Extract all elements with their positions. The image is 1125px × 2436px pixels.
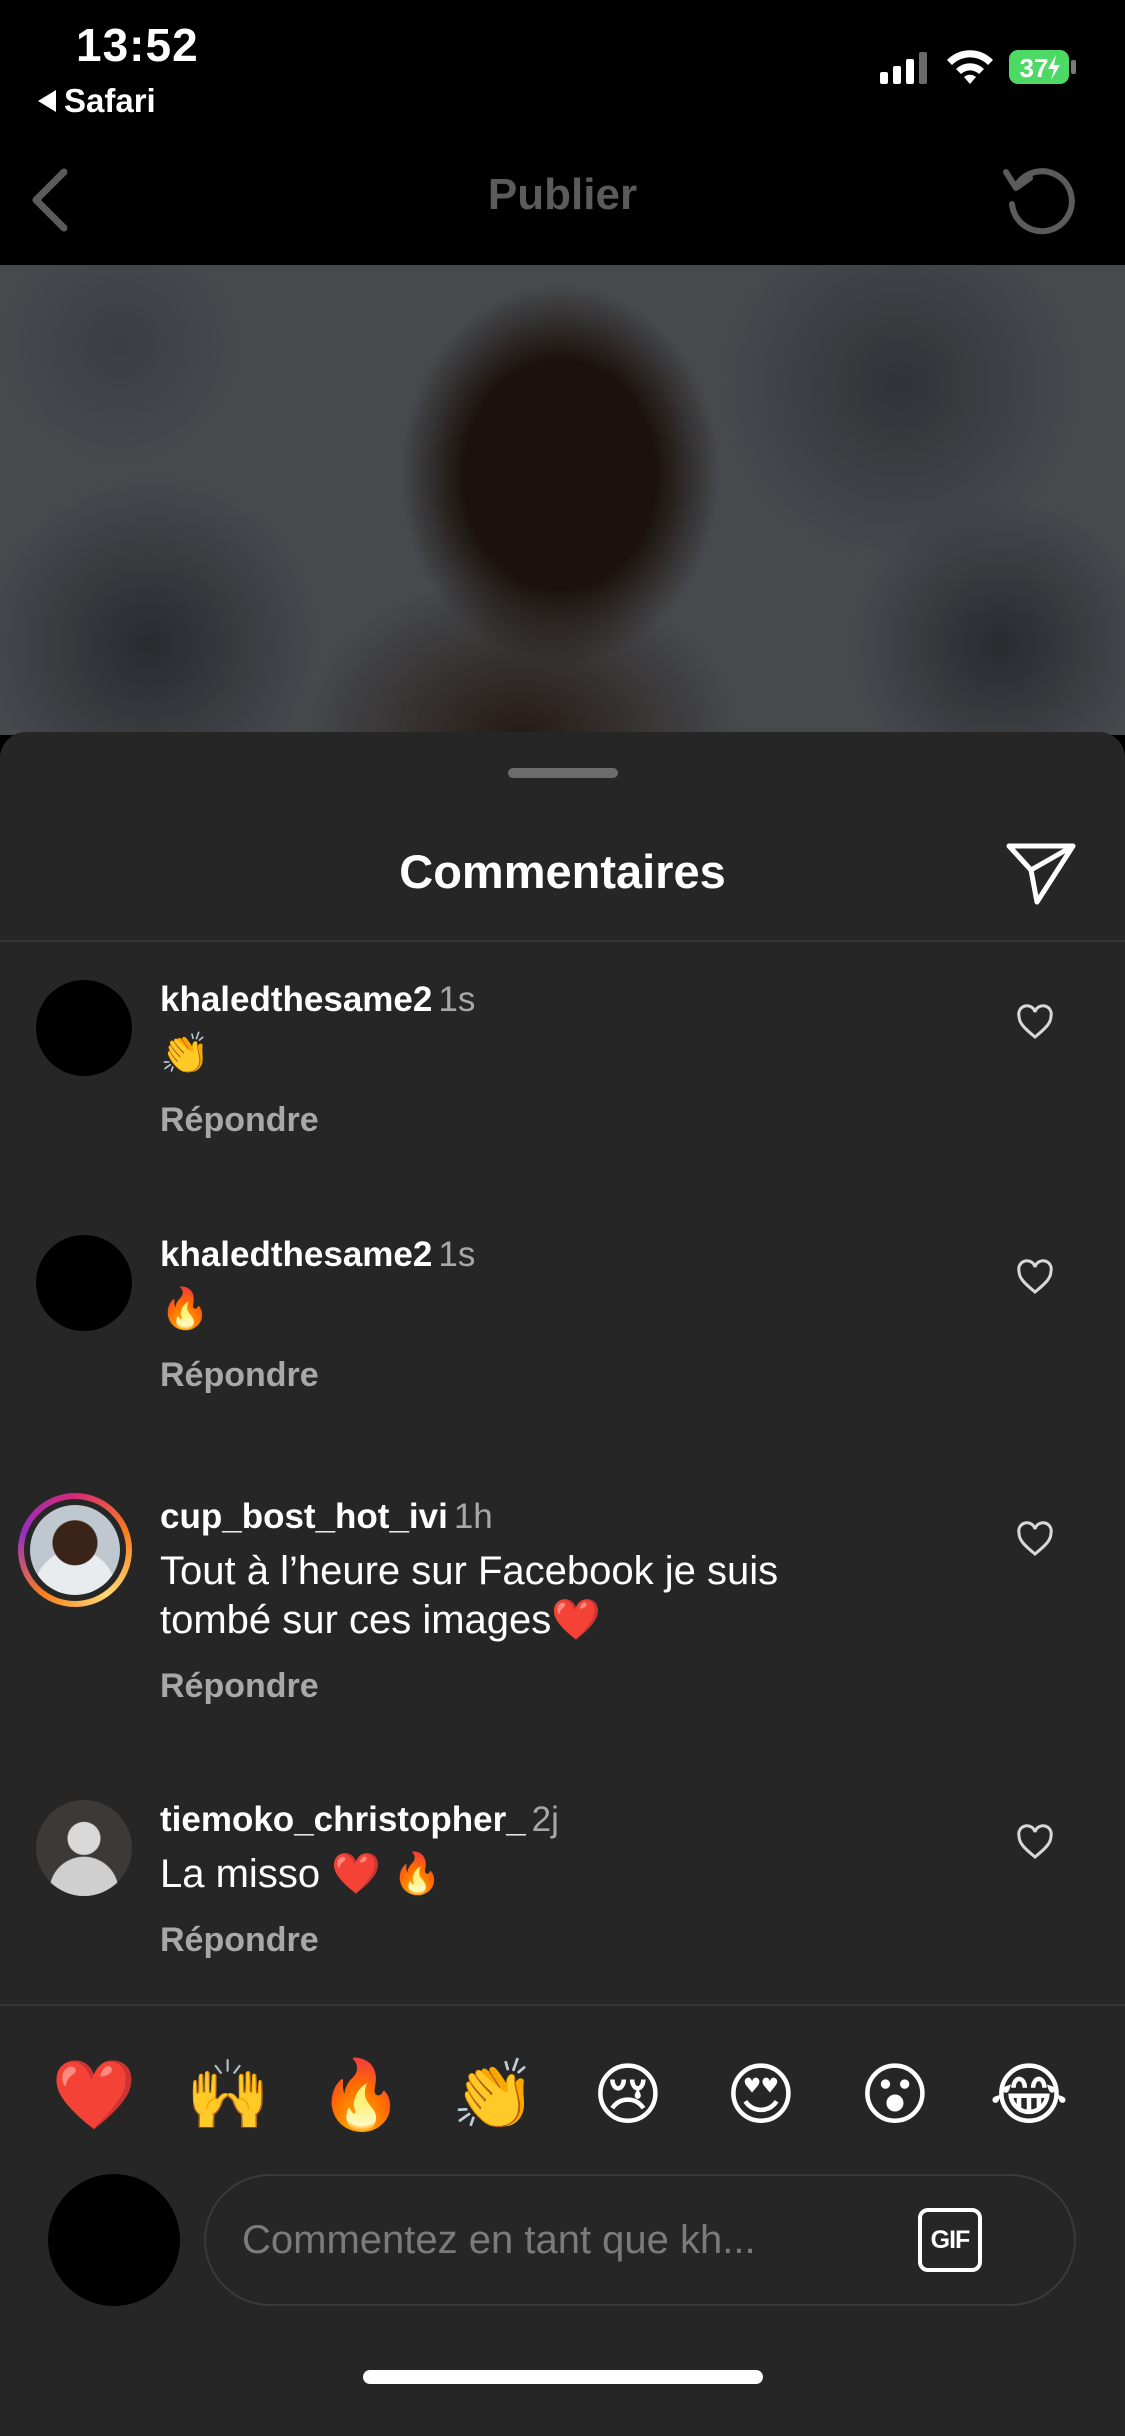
emoji-heart-eyes-button[interactable]: 😍: [713, 2048, 809, 2144]
emoji-surprised-button[interactable]: 😮: [847, 2048, 943, 2144]
comment-body: khaledthesame2 1s 🔥 Répondre: [160, 1235, 900, 1395]
gif-button[interactable]: GIF: [918, 2208, 982, 2272]
emoji-raised-hands-button[interactable]: 🙌: [180, 2048, 276, 2144]
quick-emoji-bar: ❤️ 🙌 🔥 👏 😢 😍 😮 😂: [0, 2048, 1125, 2144]
battery-level: 37: [1020, 53, 1049, 83]
comment-username[interactable]: cup_bost_hot_ivi: [160, 1497, 448, 1536]
nav-bar: Publier: [0, 130, 1125, 265]
back-app-label: Safari: [64, 82, 156, 119]
avatar: [30, 1505, 120, 1595]
comment-header: tiemoko_christopher_ 2j: [160, 1800, 900, 1840]
like-heart-icon[interactable]: [1016, 1259, 1054, 1295]
avatar[interactable]: [36, 1800, 132, 1896]
comment-time: 1s: [438, 1235, 476, 1274]
emoji-laughing-button[interactable]: 😂: [981, 2048, 1077, 2144]
comment-username[interactable]: khaledthesame2: [160, 1235, 432, 1274]
avatar[interactable]: [36, 980, 132, 1076]
emoji-crying-button[interactable]: 😢: [580, 2048, 676, 2144]
status-time: 13:52: [76, 19, 199, 71]
comment-item: cup_bost_hot_ivi 1h Tout à l’heure sur Fa…: [0, 1493, 1125, 1757]
like-heart-icon[interactable]: [1016, 1824, 1054, 1860]
comment-time: 2j: [531, 1800, 559, 1839]
refresh-icon[interactable]: [1000, 160, 1080, 240]
comment-item: khaledthesame2 1s 🔥 Répondre: [0, 1235, 1125, 1455]
header-divider: [0, 940, 1125, 942]
emoji-clap-button[interactable]: 👏: [446, 2048, 542, 2144]
sheet-title: Commentaires: [399, 845, 726, 898]
share-send-icon[interactable]: [1005, 840, 1077, 906]
post-photo: [0, 265, 1125, 735]
my-avatar: [48, 2174, 180, 2306]
back-triangle-icon: [38, 90, 56, 112]
composer-divider: [0, 2004, 1125, 2006]
like-heart-icon[interactable]: [1016, 1521, 1054, 1557]
comment-time: 1s: [438, 980, 476, 1019]
comment-text: 👏: [160, 1032, 210, 1076]
reply-button[interactable]: Répondre: [160, 1356, 900, 1395]
comment-header: khaledthesame2 1s: [160, 980, 900, 1020]
comment-item: khaledthesame2 1s 👏 Répondre: [0, 980, 1125, 1200]
comment-input-placeholder: Commentez en tant que kh...: [242, 2218, 756, 2262]
home-indicator: [363, 2370, 763, 2384]
emoji-fire-button[interactable]: 🔥: [313, 2048, 409, 2144]
comments-sheet: Commentaires khaledthesame2 1s 👏 Répondre…: [0, 732, 1125, 2436]
comment-body: khaledthesame2 1s 👏 Répondre: [160, 980, 900, 1140]
avatar[interactable]: [36, 1235, 132, 1331]
back-to-safari-link[interactable]: Safari: [38, 82, 156, 120]
reply-button[interactable]: Répondre: [160, 1921, 900, 1960]
comment-header: khaledthesame2 1s: [160, 1235, 900, 1275]
status-bar: 13:52 Safari 37: [0, 0, 1125, 130]
comment-item: tiemoko_christopher_ 2j La misso ❤️ 🔥 Rép…: [0, 1800, 1125, 2000]
comment-header: cup_bost_hot_ivi 1h: [160, 1497, 900, 1537]
comment-text: 🔥: [160, 1287, 210, 1331]
comment-username[interactable]: tiemoko_christopher_: [160, 1800, 526, 1839]
comment-time: 1h: [453, 1497, 493, 1536]
avatar-story-ring[interactable]: [18, 1493, 132, 1607]
comment-text: Tout à l’heure sur Facebook je suis tomb…: [160, 1549, 779, 1642]
reply-button[interactable]: Répondre: [160, 1667, 900, 1706]
emoji-heart-button[interactable]: ❤️: [46, 2048, 142, 2144]
sheet-grabber[interactable]: [508, 768, 618, 778]
battery-icon: 37: [1009, 50, 1076, 84]
wifi-icon: [947, 50, 993, 84]
comment-username[interactable]: khaledthesame2: [160, 980, 432, 1019]
comment-text: La misso ❤️ 🔥: [160, 1852, 442, 1896]
comment-body: cup_bost_hot_ivi 1h Tout à l’heure sur Fa…: [160, 1497, 900, 1706]
comment-composer: Commentez en tant que kh... GIF: [0, 2174, 1125, 2314]
page-title: Publier: [487, 170, 638, 219]
reply-button[interactable]: Répondre: [160, 1101, 900, 1140]
like-heart-icon[interactable]: [1016, 1004, 1054, 1040]
comment-input[interactable]: Commentez en tant que kh... GIF: [204, 2174, 1076, 2306]
cellular-signal-icon: [880, 52, 927, 84]
comment-body: tiemoko_christopher_ 2j La misso ❤️ 🔥 Rép…: [160, 1800, 900, 1960]
